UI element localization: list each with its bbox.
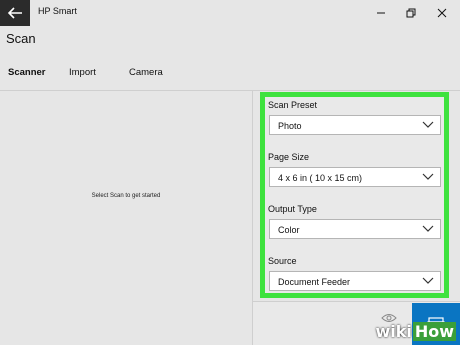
chevron-down-icon <box>422 121 434 128</box>
close-button[interactable] <box>427 0 457 26</box>
page-title: Scan <box>6 31 36 46</box>
output-type-label: Output Type <box>268 204 317 214</box>
page-size-select[interactable]: 4 x 6 in ( 10 x 15 cm) <box>269 167 441 187</box>
app-title: HP Smart <box>38 6 77 16</box>
page-size-value: 4 x 6 in ( 10 x 15 cm) <box>278 173 363 183</box>
chevron-down-icon <box>422 225 434 232</box>
watermark: wiki How <box>375 322 456 341</box>
chevron-down-icon <box>422 173 434 180</box>
back-button[interactable] <box>0 0 30 26</box>
title-bar: HP Smart <box>0 0 460 26</box>
output-type-value: Color <box>278 225 300 235</box>
scan-preview-area: Select Scan to get started <box>0 91 252 345</box>
chevron-down-icon <box>422 277 434 284</box>
watermark-how: How <box>412 322 456 341</box>
scan-settings-panel: Scan Preset Photo Page Size 4 x 6 in ( 1… <box>260 92 449 298</box>
arrow-left-icon <box>7 7 22 19</box>
source-value: Document Feeder <box>278 277 351 287</box>
source-select[interactable]: Document Feeder <box>269 271 441 291</box>
minimize-icon <box>377 12 385 14</box>
output-type-select[interactable]: Color <box>269 219 441 239</box>
scan-preset-select[interactable]: Photo <box>269 115 441 135</box>
tab-import[interactable]: Import <box>69 67 96 78</box>
source-label: Source <box>268 256 297 266</box>
restore-button[interactable] <box>396 0 426 26</box>
scan-preset-value: Photo <box>278 121 302 131</box>
restore-icon <box>406 8 416 18</box>
tab-bar: Scanner Import Camera <box>0 62 460 86</box>
minimize-button[interactable] <box>366 0 396 26</box>
preview-hint: Select Scan to get started <box>91 193 161 199</box>
close-icon <box>437 8 447 18</box>
tab-scanner[interactable]: Scanner <box>8 67 46 78</box>
page-size-label: Page Size <box>268 152 310 162</box>
tab-camera[interactable]: Camera <box>129 67 163 78</box>
scan-preset-label: Scan Preset <box>268 100 318 110</box>
watermark-wiki: wiki <box>375 322 412 341</box>
